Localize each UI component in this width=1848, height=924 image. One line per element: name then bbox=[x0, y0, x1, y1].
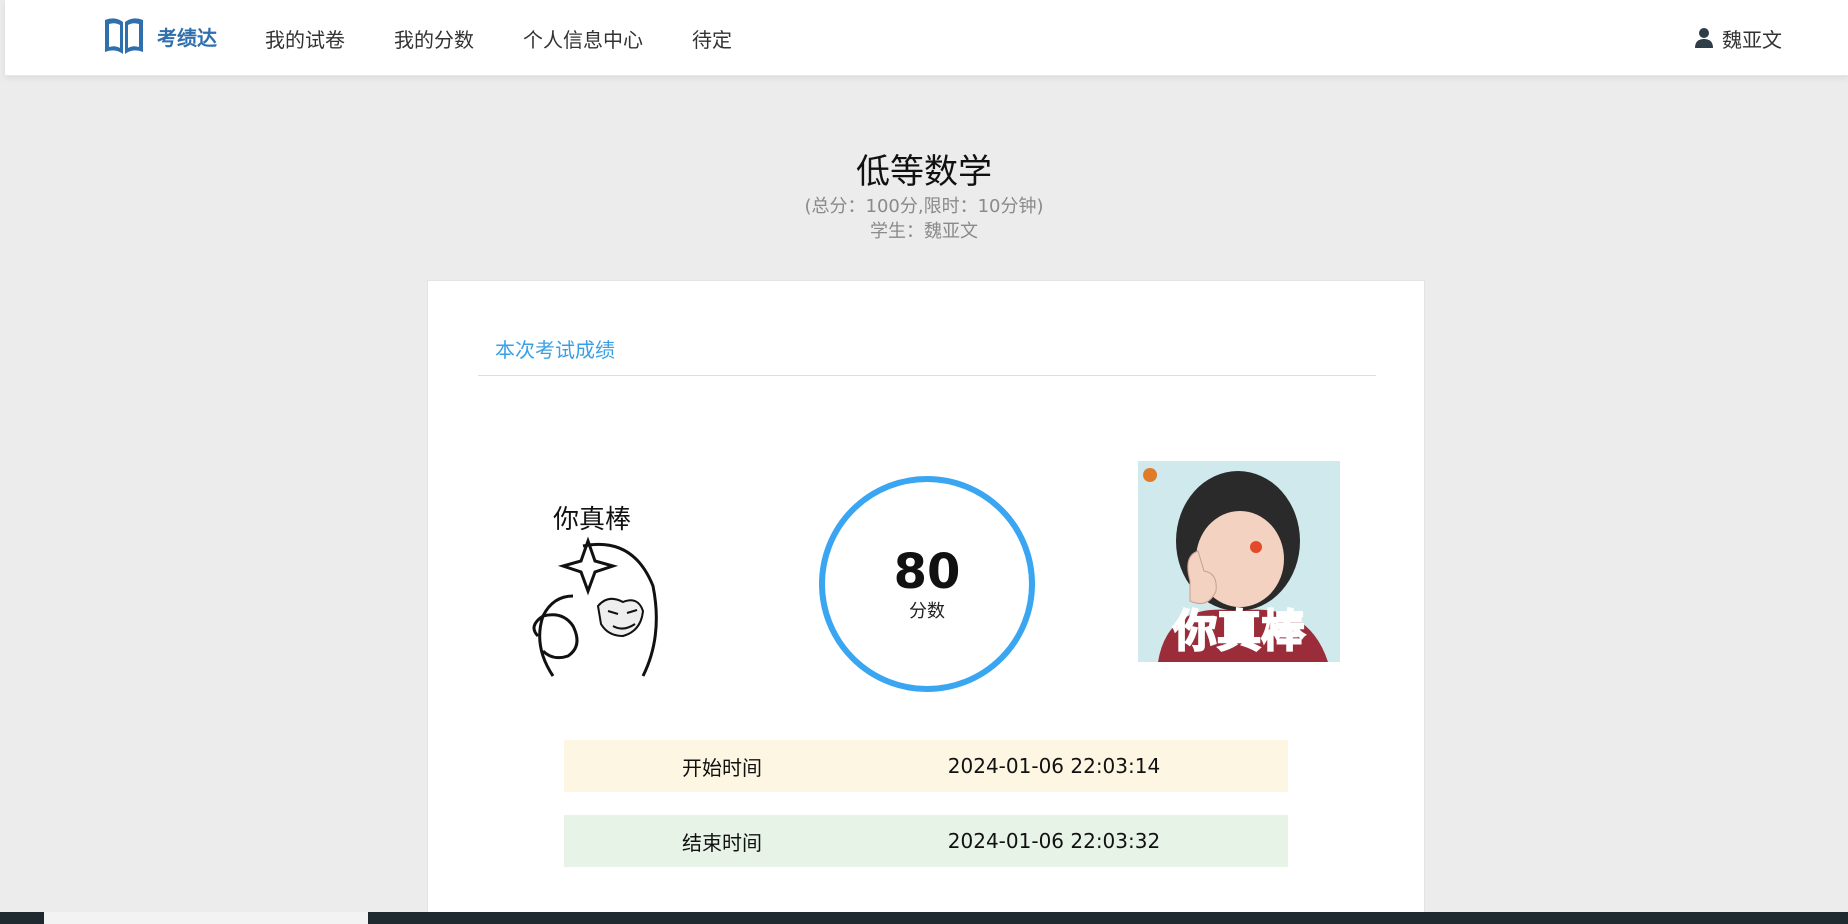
brand-name: 考绩达 bbox=[157, 25, 217, 50]
svg-text:你真棒: 你真棒 bbox=[553, 505, 631, 535]
score-ring: 80 分数 bbox=[819, 476, 1035, 692]
nav-pending[interactable]: 待定 bbox=[692, 24, 732, 53]
taskbar-search-box[interactable] bbox=[44, 912, 368, 924]
meme-right-text: 你真棒 bbox=[1172, 606, 1306, 657]
user-name: 魏亚文 bbox=[1722, 27, 1782, 52]
user-menu[interactable]: 魏亚文 bbox=[1694, 0, 1782, 76]
meme-left-text: 你真棒 bbox=[553, 505, 631, 535]
score-value: 80 bbox=[893, 544, 961, 600]
top-navbar: 考绩达 我的试卷 我的分数 个人信息中心 待定 魏亚文 bbox=[5, 0, 1848, 76]
book-logo-icon bbox=[105, 18, 143, 54]
exam-student: 学生：魏亚文 bbox=[870, 221, 978, 242]
brand[interactable]: 考绩达 bbox=[101, 14, 217, 58]
user-icon bbox=[1695, 28, 1713, 48]
end-time-label: 结束时间 bbox=[682, 830, 762, 855]
exam-subtitle: (总分：100分,限时：10分钟) bbox=[804, 196, 1044, 217]
result-card: 本次考试成绩 你真棒 80 分数 你真棒 开始时间 2024-01-06 22:… bbox=[427, 280, 1425, 924]
start-time-row: 开始时间 2024-01-06 22:03:14 bbox=[564, 740, 1288, 792]
exam-title: 低等数学 bbox=[856, 152, 992, 192]
end-time-row: 结束时间 2024-01-06 22:03:32 bbox=[564, 815, 1288, 867]
start-time-label: 开始时间 bbox=[682, 755, 762, 780]
score-label: 分数 bbox=[909, 601, 945, 622]
os-taskbar bbox=[0, 912, 1848, 924]
meme-left-image: 你真棒 bbox=[532, 505, 658, 677]
nav-my-papers[interactable]: 我的试卷 bbox=[265, 24, 345, 53]
nav-profile-center[interactable]: 个人信息中心 bbox=[523, 24, 643, 53]
meme-right-image: 你真棒 bbox=[1138, 461, 1340, 662]
end-time-value: 2024-01-06 22:03:32 bbox=[947, 829, 1161, 853]
result-card-header: 本次考试成绩 bbox=[478, 331, 1376, 376]
result-section-title: 本次考试成绩 bbox=[495, 338, 615, 362]
exam-title-block: 低等数学 (总分：100分,限时：10分钟) 学生：魏亚文 bbox=[0, 150, 1848, 244]
main-nav: 我的试卷 我的分数 个人信息中心 待定 bbox=[265, 0, 732, 76]
nav-my-scores[interactable]: 我的分数 bbox=[394, 24, 474, 53]
start-time-value: 2024-01-06 22:03:14 bbox=[947, 754, 1161, 778]
